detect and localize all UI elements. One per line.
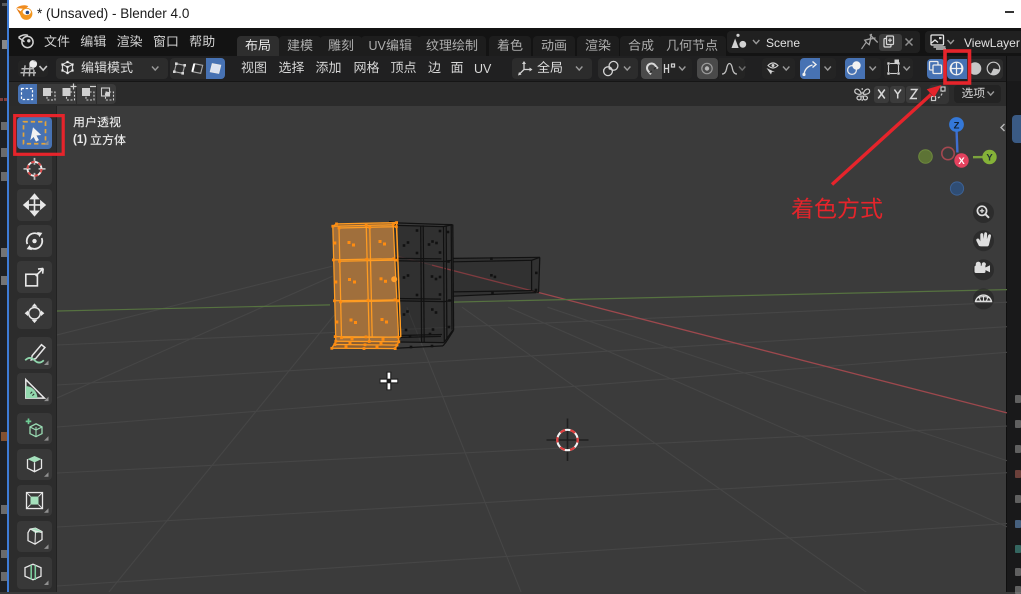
svg-text:Z: Z bbox=[954, 121, 960, 132]
svg-text:X: X bbox=[958, 156, 965, 167]
svg-text:Y: Y bbox=[986, 153, 993, 164]
